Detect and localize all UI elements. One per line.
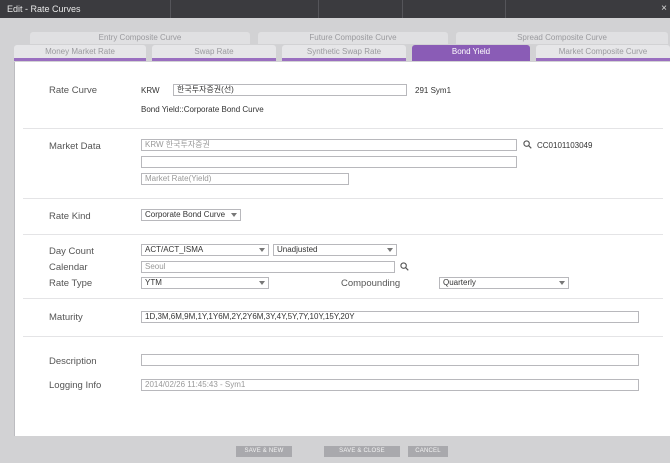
tab-strip: Entry Composite Curve Future Composite C… — [14, 32, 670, 64]
button-bar: SAVE & NEW SAVE & CLOSE CANCEL — [0, 436, 670, 463]
rate-curve-suffix: 291 Sym1 — [415, 86, 452, 95]
rate-kind-select[interactable]: Corporate Bond Curve — [141, 209, 241, 221]
chevron-down-icon — [259, 281, 265, 285]
rate-curve-currency: KRW — [141, 86, 160, 95]
logging-info-label: Logging Info — [49, 380, 102, 391]
compounding-value: Quarterly — [443, 278, 476, 287]
tab-money-market-rate[interactable]: Money Market Rate — [14, 45, 146, 61]
day-count-label: Day Count — [49, 246, 94, 257]
cancel-button[interactable]: CANCEL — [408, 446, 448, 457]
maturity-input[interactable]: 1D,3M,6M,9M,1Y,1Y6M,2Y,2Y6M,3Y,4Y,5Y,7Y,… — [141, 311, 639, 323]
rate-curve-label: Rate Curve — [49, 85, 98, 96]
day-count-value: ACT/ACT_ISMA — [145, 245, 204, 254]
tab-spread-composite-curve[interactable]: Spread Composite Curve — [456, 32, 668, 44]
day-count-adjust-value: Unadjusted — [277, 245, 318, 254]
tab-swap-rate[interactable]: Swap Rate — [152, 45, 276, 61]
tab-entry-composite-curve[interactable]: Entry Composite Curve — [30, 32, 250, 44]
market-data-search-icon[interactable] — [523, 140, 532, 149]
maturity-label: Maturity — [49, 312, 83, 323]
tab-bond-yield[interactable]: Bond Yield — [412, 45, 530, 61]
rate-kind-value: Corporate Bond Curve — [145, 210, 226, 219]
rate-type-value: YTM — [145, 278, 162, 287]
dialog-body: Entry Composite Curve Future Composite C… — [0, 18, 670, 463]
rate-curve-subtitle: Bond Yield::Corporate Bond Curve — [141, 105, 264, 114]
section-divider — [23, 128, 663, 129]
calendar-label: Calendar — [49, 262, 88, 273]
description-label: Description — [49, 356, 97, 367]
titlebar-divider — [318, 0, 319, 18]
tab-market-composite-curve[interactable]: Market Composite Curve — [536, 45, 670, 61]
compounding-select[interactable]: Quarterly — [439, 277, 569, 289]
market-rate-field-input[interactable]: Market Rate(Yield) — [141, 173, 349, 185]
rate-curve-name-input[interactable]: 한국투자증권(선) — [173, 84, 407, 96]
save-and-close-button[interactable]: SAVE & CLOSE — [324, 446, 400, 457]
section-divider — [23, 298, 663, 299]
calendar-search-icon[interactable] — [400, 262, 409, 271]
logging-info-input: 2014/02/26 11:45:43 - Sym1 — [141, 379, 639, 391]
titlebar-divider — [170, 0, 171, 18]
chevron-down-icon — [259, 248, 265, 252]
market-data-line2-input[interactable] — [141, 156, 517, 168]
market-data-label: Market Data — [49, 141, 101, 152]
day-count-adjust-select[interactable]: Unadjusted — [273, 244, 397, 256]
window-titlebar: Edit - Rate Curves × — [0, 0, 670, 18]
chevron-down-icon — [387, 248, 393, 252]
titlebar-divider — [402, 0, 403, 18]
rate-type-select[interactable]: YTM — [141, 277, 269, 289]
section-divider — [23, 198, 663, 199]
section-divider — [23, 336, 663, 337]
close-icon[interactable]: × — [661, 3, 667, 14]
market-data-source-input[interactable]: KRW 한국투자증권 — [141, 139, 517, 151]
description-input[interactable] — [141, 354, 639, 366]
save-and-new-button[interactable]: SAVE & NEW — [236, 446, 292, 457]
tab-future-composite-curve[interactable]: Future Composite Curve — [258, 32, 448, 44]
day-count-select[interactable]: ACT/ACT_ISMA — [141, 244, 269, 256]
market-data-code: CC0101103049 — [537, 141, 593, 150]
calendar-input[interactable]: Seoul — [141, 261, 395, 273]
bond-yield-panel: Rate Curve KRW 한국투자증권(선) 291 Sym1 Bond Y… — [14, 62, 670, 436]
section-divider — [23, 234, 663, 235]
rate-kind-label: Rate Kind — [49, 211, 91, 222]
titlebar-divider — [505, 0, 506, 18]
window-title: Edit - Rate Curves — [7, 4, 81, 14]
rate-type-label: Rate Type — [49, 278, 93, 289]
tab-synthetic-swap-rate[interactable]: Synthetic Swap Rate — [282, 45, 406, 61]
chevron-down-icon — [231, 213, 237, 217]
compounding-label: Compounding — [341, 278, 401, 289]
chevron-down-icon — [559, 281, 565, 285]
